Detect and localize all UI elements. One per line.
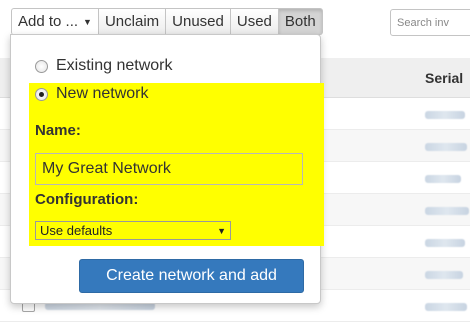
configuration-field-label: Configuration: <box>35 191 139 208</box>
existing-network-label: Existing network <box>56 57 173 74</box>
existing-network-radio[interactable] <box>35 59 48 73</box>
name-field-label: Name: <box>35 122 81 139</box>
filter-used-button[interactable]: Used <box>230 8 279 35</box>
serial-cell <box>425 111 465 119</box>
serial-cell <box>425 175 461 183</box>
configuration-selected-value: Use defaults <box>40 223 113 238</box>
serial-column-header[interactable]: Serial <box>425 70 463 86</box>
configuration-select[interactable]: Use defaults ▼ <box>35 221 231 240</box>
new-network-radio[interactable] <box>35 87 48 101</box>
caret-down-icon: ▼ <box>83 16 92 27</box>
new-network-label: New network <box>56 85 149 102</box>
serial-cell <box>425 239 465 247</box>
inventory-toolbar: Add to ... ▼ Unclaim Unused Used Both <box>11 8 323 35</box>
unclaim-button[interactable]: Unclaim <box>98 8 167 35</box>
filter-unused-button[interactable]: Unused <box>166 8 231 35</box>
serial-cell <box>425 303 467 311</box>
triangle-down-icon: ▼ <box>217 225 226 236</box>
network-name-input[interactable]: My Great Network <box>35 153 303 185</box>
search-inventory-input[interactable]: Search inv <box>390 9 470 36</box>
new-network-option[interactable]: New network <box>35 85 148 103</box>
existing-network-option[interactable]: Existing network <box>35 57 173 75</box>
filter-both-button[interactable]: Both <box>278 8 323 35</box>
serial-cell <box>425 143 467 151</box>
serial-cell <box>425 271 463 279</box>
create-network-and-add-button[interactable]: Create network and add <box>79 259 304 293</box>
add-to-dropdown-button[interactable]: Add to ... ▼ <box>11 8 99 35</box>
add-to-network-dropdown: Existing network New network Name: My Gr… <box>10 34 324 304</box>
add-to-label: Add to ... <box>18 13 79 30</box>
serial-cell <box>425 207 469 215</box>
